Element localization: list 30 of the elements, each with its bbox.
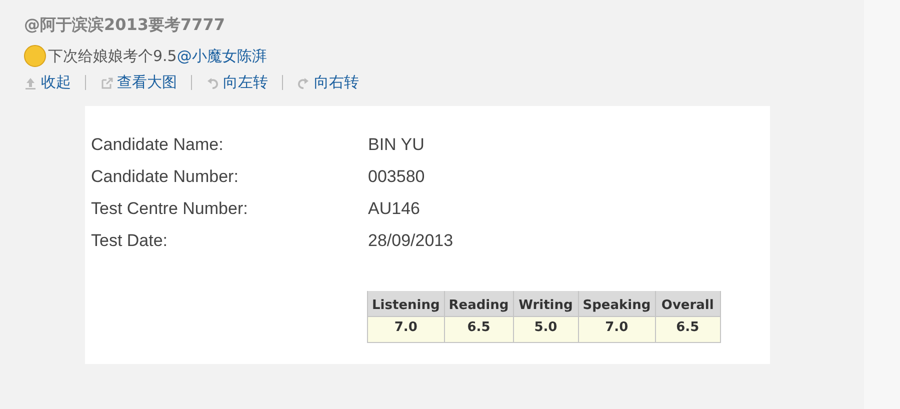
image-action-link[interactable]: 查看大图: [85, 75, 191, 90]
external-link-icon: [100, 76, 113, 90]
mention-link[interactable]: @小魔女陈湃: [176, 46, 267, 66]
score-cell: 5.0: [513, 316, 578, 342]
score-cell: 7.0: [368, 316, 444, 342]
score-cell: 6.5: [444, 316, 514, 342]
author-name[interactable]: @阿于滨滨2013要考7777: [24, 14, 864, 36]
image-action-link[interactable]: 向右转: [282, 75, 373, 90]
field-label: Test Date:: [91, 230, 169, 251]
column-header: Speaking: [578, 291, 656, 316]
column-header: Writing: [513, 291, 578, 316]
field-value: 003580: [368, 166, 426, 187]
emoji-icon: [24, 45, 46, 67]
image-action-link[interactable]: 收起: [24, 75, 85, 90]
column-header: Reading: [444, 291, 514, 316]
image-action-link[interactable]: 向左转: [191, 75, 282, 90]
column-header: Overall: [655, 291, 720, 316]
score-cell: 7.0: [578, 316, 656, 342]
score-cell: 6.5: [655, 316, 720, 342]
post-text: 下次给娘娘考个9.5: [48, 46, 177, 66]
column-header: Listening: [368, 291, 444, 316]
field-label: Test Centre Number:: [91, 198, 249, 219]
up-arrow-icon: [24, 76, 37, 90]
rotate-left-icon: [206, 76, 219, 90]
field-value: 28/09/2013: [368, 230, 454, 251]
field-label: Candidate Number:: [91, 166, 240, 187]
field-value: AU146: [368, 198, 421, 219]
rotate-right-icon: [297, 76, 310, 90]
field-value: BIN YU: [368, 134, 426, 155]
field-label: Candidate Name:: [91, 134, 224, 155]
